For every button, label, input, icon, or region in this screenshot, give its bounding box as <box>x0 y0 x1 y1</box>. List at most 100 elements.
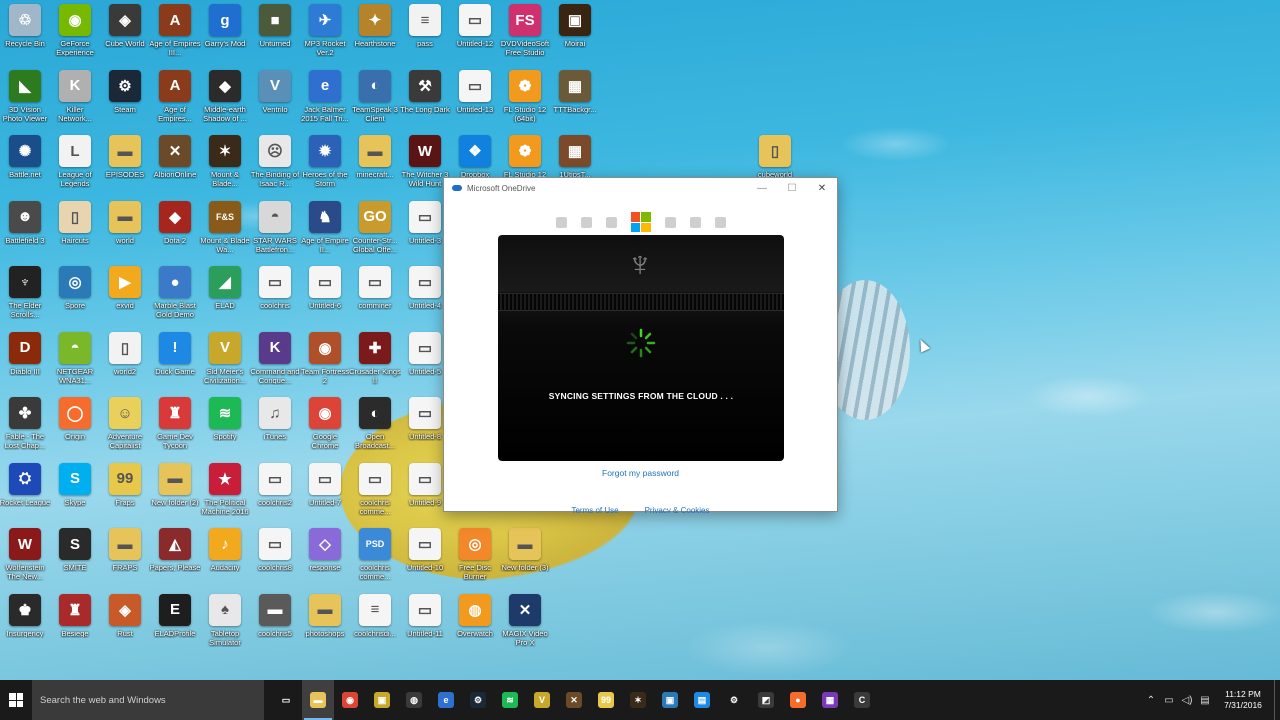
desktop-icon[interactable]: ▭ coolchris comme... <box>350 462 400 525</box>
desktop-icon[interactable]: ☹ The Binding of Isaac R... <box>250 135 300 197</box>
desktop-icon[interactable]: K Command and Conque... <box>250 331 300 394</box>
desktop-icon[interactable]: L League of Legends <box>50 135 100 197</box>
desktop-icon[interactable]: ▭ Untitled-6 <box>300 266 350 328</box>
taskbar-app-civilization[interactable]: V <box>526 680 558 720</box>
desktop-icon[interactable]: ◆ Middle-earth Shadow of ... <box>200 69 250 132</box>
desktop-icon[interactable]: E ELADProfile <box>150 593 200 656</box>
desktop-icon[interactable]: ☺ Adventure Capitalist <box>100 397 150 459</box>
desktop-icon[interactable]: ▬ New folder (2) <box>150 462 200 525</box>
volume-icon[interactable]: ◁) <box>1178 695 1196 706</box>
window-titlebar[interactable]: Microsoft OneDrive — ☐ ✕ <box>444 178 837 198</box>
privacy-cookies-link[interactable]: Privacy & Cookies <box>645 506 710 513</box>
desktop-icon[interactable]: ■ Unturned <box>250 4 300 66</box>
desktop-icon[interactable]: ▬ minecraft... <box>350 135 400 197</box>
desktop-icon[interactable]: ▭ Untitled-11 <box>400 593 450 656</box>
desktop-icon[interactable]: S SMITE <box>50 528 100 590</box>
taskbar-app-fraps[interactable]: 99 <box>590 680 622 720</box>
desktop-icon[interactable]: ◓ STAR WARS Battlefron... <box>250 200 300 263</box>
desktop-icon[interactable]: S Skype <box>50 462 100 525</box>
desktop-icon[interactable]: ♜ Besiege <box>50 593 100 656</box>
desktop-icon[interactable]: ◉ Google Chrome <box>300 397 350 459</box>
desktop-icon[interactable]: ♫ iTunes <box>250 397 300 459</box>
desktop-icon[interactable]: ✚ Crusader Kings II <box>349 331 401 394</box>
taskbar-app-settings[interactable]: ⚙ <box>718 680 750 720</box>
desktop-icon[interactable]: ✈ MP3 Rocket Ver.2 <box>300 4 350 66</box>
desktop-icon[interactable]: ⚙ Steam <box>100 69 150 132</box>
desktop-icon[interactable]: ♞ Age of Empire II... <box>300 200 350 263</box>
desktop-icon[interactable]: FS DVDVideoSoft Free Studio <box>500 4 550 66</box>
desktop-icon[interactable]: ♪ Audacity <box>200 528 250 590</box>
desktop-icon[interactable]: ≋ Spotify <box>200 397 250 459</box>
desktop-icon[interactable]: ◭ Papers, Please <box>150 528 200 590</box>
desktop-icon[interactable]: ◓ NETGEAR WNA31... <box>50 331 100 394</box>
desktop-icon[interactable]: ▣ Moirai <box>550 4 600 66</box>
taskbar-app-ie[interactable]: e <box>430 680 462 720</box>
close-button[interactable]: ✕ <box>807 183 837 194</box>
desktop-icon[interactable]: g Garry's Mod <box>200 4 250 66</box>
desktop-icon[interactable]: ⛭ Rocket League <box>0 462 50 525</box>
desktop-icon[interactable]: ▭ Untitled-7 <box>300 462 350 525</box>
desktop-icon[interactable]: ▶ exvid <box>100 266 150 328</box>
desktop-icon[interactable]: ▬ coolchris5 <box>250 593 300 656</box>
desktop-icon[interactable]: ◉ Team Fortress 2 <box>300 331 350 394</box>
desktop-icon[interactable]: ♆ The Elder Scrolls... <box>0 266 50 328</box>
maximize-button[interactable]: ☐ <box>777 183 807 194</box>
chevron-up-icon[interactable]: ⌃ <box>1142 695 1160 706</box>
desktop-icon[interactable]: ● Marble Blast Gold Demo <box>150 266 200 328</box>
desktop-icon[interactable]: ≡ pass <box>400 4 450 66</box>
desktop-icon[interactable]: ◢ ELAD <box>200 266 250 328</box>
onedrive-window[interactable]: Microsoft OneDrive — ☐ ✕ ♆ SYNCING SETTI… <box>443 177 838 513</box>
desktop-icon[interactable]: ✕ AlbionOnline <box>150 135 200 197</box>
desktop-icon[interactable]: PSD coolchris comme... <box>350 528 400 590</box>
desktop-icon[interactable]: 99 Fraps <box>100 462 150 525</box>
taskbar-app-overwatch[interactable]: ◍ <box>398 680 430 720</box>
desktop-icon[interactable]: ☻ Battlefield 3 <box>0 200 50 263</box>
desktop-icon[interactable]: ★ The Political Machine 2016 <box>200 462 250 525</box>
notifications-icon[interactable]: ▤ <box>1196 695 1214 706</box>
desktop-icon[interactable]: ◈ Rust <box>100 593 150 656</box>
desktop-icon[interactable]: F&S Mount & Blade Wa... <box>200 200 250 263</box>
desktop-icon[interactable]: ✺ Battle.net <box>0 135 50 197</box>
start-button[interactable] <box>0 680 32 720</box>
network-icon[interactable]: ▭ <box>1160 695 1178 706</box>
desktop-icon[interactable]: e Jack Balmer 2015 Fall Tri... <box>300 69 350 132</box>
desktop-icon[interactable]: ▭ Untitled-13 <box>450 69 500 132</box>
desktop-icon[interactable]: ▬ world <box>100 200 150 263</box>
desktop-icon[interactable]: ◆ Dota 2 <box>150 200 200 263</box>
desktop-icon[interactable]: ◎ Free Disc Burner <box>450 528 500 590</box>
taskbar-app-task-view[interactable]: ▭ <box>270 680 302 720</box>
desktop-icon[interactable]: ▭ Untitled-10 <box>400 528 450 590</box>
desktop-icon[interactable]: ◣ 3D Vision Photo Viewer <box>0 69 50 132</box>
desktop-icon[interactable]: W Wolfenstein The New... <box>0 528 50 590</box>
desktop-icon[interactable]: ✕ MAGIX Video Pro X <box>500 593 550 656</box>
desktop-icon[interactable]: ❁ FL Studio 12 (64bit) <box>500 69 550 132</box>
desktop-icon[interactable]: GO Counter-Str... Global Offe... <box>350 200 400 263</box>
taskbar-app-app-blue[interactable]: ▣ <box>654 680 686 720</box>
desktop-icon[interactable]: ♠ Tabletop Simulator <box>200 593 250 656</box>
taskbar-app-steam[interactable]: ⚙ <box>462 680 494 720</box>
desktop-icon[interactable]: ✶ Mount & Blade... <box>200 135 250 197</box>
desktop-icon[interactable]: ◯ Origin <box>50 397 100 459</box>
taskbar-app-chrome[interactable]: ◉ <box>334 680 366 720</box>
taskbar-app-file-explorer[interactable]: ▬ <box>302 680 334 720</box>
desktop-icon[interactable]: ✦ Hearthstone <box>350 4 400 66</box>
taskbar-app-app-orange[interactable]: ● <box>782 680 814 720</box>
terms-of-use-link[interactable]: Terms of Use <box>571 506 618 513</box>
taskbar-search-box[interactable]: Search the web and Windows <box>32 680 264 720</box>
desktop-icon[interactable]: ✤ Fable - The Lost Chap... <box>0 397 50 459</box>
desktop-icon[interactable]: ▭ coolchris8 <box>250 528 300 590</box>
desktop-icon[interactable]: A Age of Empires... <box>150 69 200 132</box>
desktop-icon[interactable]: ♲ Recycle Bin <box>0 4 50 66</box>
desktop-icon[interactable]: ▬ FRAPS <box>100 528 150 590</box>
desktop-icon[interactable]: ♜ Game Dev Tycoon <box>150 397 200 459</box>
taskbar-app-app-white[interactable]: ◩ <box>750 680 782 720</box>
desktop-icon[interactable]: ◐ TeamSpeak 3 Client <box>350 69 400 132</box>
taskbar-clock[interactable]: 11:12 PM 7/31/2016 <box>1218 689 1268 711</box>
desktop-icon[interactable]: K Killer Network... <box>50 69 100 132</box>
taskbar-app-albion[interactable]: ✕ <box>558 680 590 720</box>
desktop-icon[interactable]: ◐ Open Broadcast... <box>350 397 400 459</box>
desktop-icon[interactable]: ◈ Cube World <box>100 4 150 66</box>
desktop-icon[interactable]: ▭ coolchris2 <box>250 462 300 525</box>
desktop-icon[interactable]: ◍ Overwatch <box>450 593 500 656</box>
desktop-icon[interactable]: ▬ photoshops <box>300 593 350 656</box>
